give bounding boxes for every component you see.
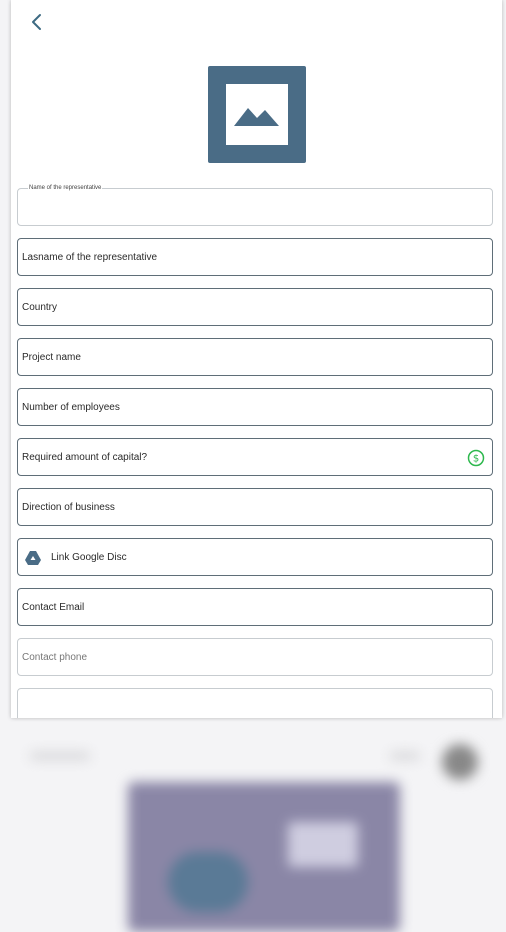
svg-text:$: $ bbox=[473, 454, 479, 465]
contact-phone-field[interactable]: Contact phone bbox=[17, 638, 493, 676]
field-label: Link Google Disc bbox=[51, 552, 127, 563]
background-text bbox=[390, 752, 420, 760]
next-field[interactable] bbox=[17, 688, 493, 718]
form-dialog: Name of the representative Lasname of th… bbox=[11, 0, 502, 718]
project-name-field[interactable]: Project name bbox=[17, 338, 493, 376]
background-card bbox=[128, 782, 400, 932]
capital-field[interactable]: Required amount of capital? $ bbox=[17, 438, 493, 476]
representative-lastname-field[interactable]: Lasname of the representative bbox=[17, 238, 493, 276]
background-avatar bbox=[442, 744, 478, 780]
field-label: Number of employees bbox=[22, 402, 120, 413]
field-label: Contact Email bbox=[22, 602, 85, 613]
google-drive-icon bbox=[25, 551, 41, 565]
field-label: Direction of business bbox=[22, 502, 115, 513]
field-label: Contact phone bbox=[22, 652, 88, 663]
google-drive-link-field[interactable]: Link Google Disc bbox=[17, 538, 493, 576]
dollar-circle-icon: $ bbox=[467, 449, 485, 467]
field-label: Name of the representative bbox=[28, 183, 103, 193]
contact-email-field[interactable]: Contact Email bbox=[17, 588, 493, 626]
field-label: Project name bbox=[22, 352, 81, 363]
background-text bbox=[30, 752, 90, 760]
country-field[interactable]: Country bbox=[17, 288, 493, 326]
business-direction-field[interactable]: Direction of business bbox=[17, 488, 493, 526]
chevron-left-icon[interactable] bbox=[25, 10, 49, 34]
employees-field[interactable]: Number of employees bbox=[17, 388, 493, 426]
field-label: Required amount of capital? bbox=[22, 452, 148, 463]
field-label: Country bbox=[22, 302, 58, 313]
representative-name-field[interactable]: Name of the representative bbox=[17, 183, 493, 226]
image-placeholder-icon[interactable] bbox=[208, 66, 306, 163]
field-label: Lasname of the representative bbox=[22, 252, 158, 263]
